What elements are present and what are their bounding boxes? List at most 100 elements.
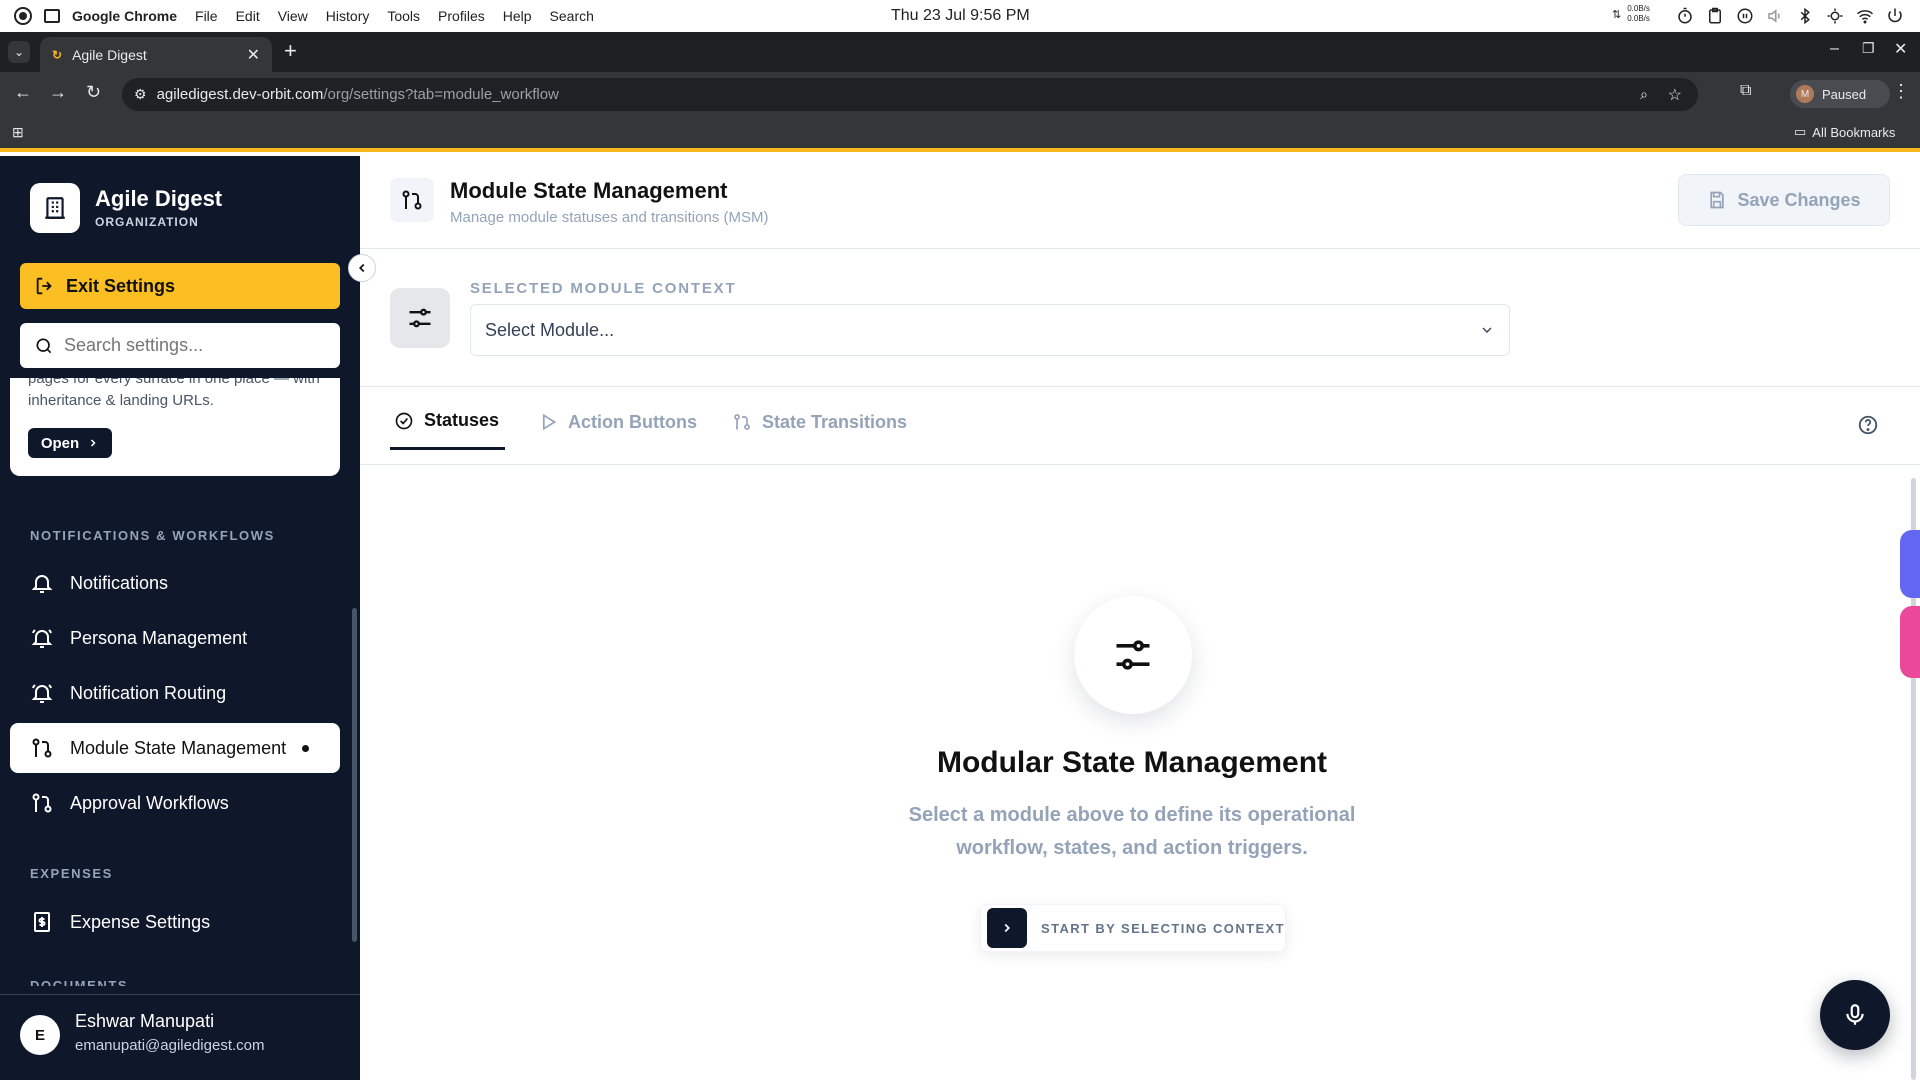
apps-grid-icon[interactable]: ⊞ bbox=[12, 124, 24, 141]
all-bookmarks-label: All Bookmarks bbox=[1812, 124, 1896, 140]
git-pull-request-icon bbox=[402, 190, 422, 210]
updown-arrow-icon: ⇅ bbox=[1612, 8, 1622, 21]
tab-action-buttons[interactable]: Action Buttons bbox=[538, 394, 697, 450]
org-name: Agile Digest bbox=[95, 186, 223, 211]
empty-state-line2: workflow, states, and action triggers. bbox=[956, 837, 1308, 859]
network-speed: ⇅ 0.0B/s 0.0B/s bbox=[1612, 4, 1650, 24]
page-icon bbox=[390, 178, 434, 222]
system-menu-icon[interactable] bbox=[14, 7, 32, 25]
brightness-icon[interactable] bbox=[1826, 7, 1844, 25]
sidebar-item-expense-settings[interactable]: Expense Settings bbox=[10, 897, 340, 947]
folder-icon: ▭ bbox=[1794, 124, 1807, 139]
browser-menu-icon[interactable]: ⋮ bbox=[1892, 81, 1910, 102]
promo-text-bottom: inheritance & landing URLs. bbox=[28, 392, 214, 409]
sidebar-item-approval-workflows[interactable]: Approval Workflows bbox=[10, 778, 340, 828]
save-changes-button[interactable]: Save Changes bbox=[1678, 174, 1890, 226]
menu-tools[interactable]: Tools bbox=[387, 8, 420, 24]
sidebar-item-notification-routing[interactable]: Notification Routing bbox=[10, 668, 340, 718]
all-bookmarks[interactable]: ▭ All Bookmarks bbox=[1794, 124, 1895, 140]
save-changes-label: Save Changes bbox=[1737, 189, 1861, 210]
profile-avatar: M bbox=[1796, 85, 1814, 103]
user-name: Eshwar Manupati bbox=[75, 1011, 215, 1031]
app-name[interactable]: Google Chrome bbox=[72, 8, 177, 24]
user-email: emanupati@agiledigest.com bbox=[75, 1037, 265, 1054]
bookmark-star-icon[interactable]: ☆ bbox=[1668, 85, 1682, 105]
menu-file[interactable]: File bbox=[195, 8, 218, 24]
tab-search-icon[interactable]: ⌄ bbox=[8, 41, 30, 63]
menu-view[interactable]: View bbox=[278, 8, 308, 24]
favicon-icon: ↻ bbox=[52, 47, 63, 62]
bell-ring-icon bbox=[31, 684, 53, 703]
os-menu-bar: Google Chrome File Edit View History Too… bbox=[0, 0, 1920, 32]
window-switch-icon[interactable] bbox=[44, 9, 60, 23]
sidebar-item-notifications[interactable]: Notifications bbox=[10, 558, 340, 608]
tab-close-icon[interactable]: ✕ bbox=[247, 45, 260, 65]
profile-button[interactable]: M Paused bbox=[1790, 80, 1890, 108]
bluetooth-icon[interactable] bbox=[1796, 7, 1814, 25]
extensions-icon[interactable]: ⧉ bbox=[1740, 82, 1751, 100]
sidebar-item-persona-management[interactable]: Persona Management bbox=[10, 613, 340, 663]
zoom-icon[interactable]: ⌕ bbox=[1640, 86, 1648, 103]
tab-state-transitions[interactable]: State Transitions bbox=[732, 394, 907, 450]
tab-state-transitions-label: State Transitions bbox=[762, 411, 908, 432]
menu-profiles[interactable]: Profiles bbox=[438, 8, 485, 24]
check-circle-icon bbox=[395, 412, 413, 429]
power-icon[interactable] bbox=[1886, 7, 1904, 25]
voice-input-button[interactable] bbox=[1820, 980, 1890, 1050]
git-pull-request-icon bbox=[32, 793, 52, 813]
section-documents: DOCUMENTS bbox=[30, 978, 129, 986]
window-close-icon[interactable]: ✕ bbox=[1894, 39, 1907, 59]
avatar: E bbox=[20, 1015, 60, 1055]
menu-search[interactable]: Search bbox=[550, 8, 594, 24]
window-maximize-icon[interactable]: ❐ bbox=[1862, 40, 1875, 57]
exit-settings-button[interactable]: Exit Settings bbox=[20, 263, 340, 309]
search-settings-input[interactable] bbox=[64, 335, 334, 356]
browser-tab-agile-digest[interactable]: ↻ Agile Digest ✕ bbox=[40, 37, 272, 72]
promo-open-button[interactable]: Open bbox=[28, 428, 112, 458]
clock[interactable]: Thu 23 Jul 9:56 PM bbox=[891, 7, 1030, 25]
wifi-icon[interactable] bbox=[1856, 7, 1874, 25]
forward-icon[interactable]: → bbox=[49, 82, 67, 103]
tab-title: Agile Digest bbox=[72, 46, 147, 63]
context-divider bbox=[360, 386, 1920, 387]
site-info-icon[interactable]: ⚙ bbox=[134, 86, 147, 103]
section-notifications-workflows: NOTIFICATIONS & WORKFLOWS bbox=[30, 528, 275, 543]
org-type: ORGANIZATION bbox=[95, 215, 199, 229]
user-footer[interactable]: E Eshwar Manupati emanupati@agiledigest.… bbox=[0, 994, 360, 1080]
search-settings-field[interactable] bbox=[20, 323, 340, 368]
empty-state-line1: Select a module above to define its oper… bbox=[908, 804, 1356, 826]
save-icon bbox=[1710, 191, 1725, 209]
floating-tab-pink[interactable] bbox=[1900, 606, 1920, 678]
start-selecting-context-button[interactable]: START BY SELECTING CONTEXT bbox=[980, 904, 1286, 952]
back-icon[interactable]: ← bbox=[14, 82, 32, 103]
receipt-icon bbox=[34, 912, 50, 932]
floating-tab-purple[interactable] bbox=[1900, 530, 1920, 598]
new-tab-button[interactable]: + bbox=[284, 38, 297, 64]
sidebar-item-label: Module State Management bbox=[70, 737, 287, 758]
help-icon[interactable] bbox=[1857, 414, 1879, 436]
chevron-left-icon bbox=[359, 263, 365, 273]
module-select[interactable]: Select Module... bbox=[470, 304, 1510, 356]
cta-label: START BY SELECTING CONTEXT bbox=[1041, 920, 1285, 936]
sidebar-scrollbar[interactable] bbox=[352, 608, 357, 942]
cta-arrow bbox=[987, 908, 1027, 948]
tab-statuses[interactable]: Statuses bbox=[390, 394, 506, 450]
context-label: SELECTED MODULE CONTEXT bbox=[470, 280, 737, 297]
pause-icon[interactable] bbox=[1736, 7, 1754, 25]
section-expenses: EXPENSES bbox=[30, 866, 113, 881]
menu-edit[interactable]: Edit bbox=[236, 8, 260, 24]
sidebar-item-module-state-management[interactable]: Module State Management bbox=[10, 723, 340, 773]
chevron-right-icon bbox=[1004, 923, 1010, 933]
promo-text-top: pages for every surface in one place — w… bbox=[28, 378, 320, 387]
collapse-sidebar-button[interactable] bbox=[348, 254, 376, 282]
window-minimize-icon[interactable]: – bbox=[1830, 40, 1839, 58]
menu-history[interactable]: History bbox=[326, 8, 370, 24]
main-content: Module State Management Manage module st… bbox=[360, 156, 1920, 1080]
reload-icon[interactable]: ↻ bbox=[86, 82, 101, 103]
section-documents-clip: DOCUMENTS bbox=[0, 976, 360, 986]
volume-icon[interactable] bbox=[1766, 7, 1784, 25]
address-bar[interactable]: ⚙ agiledigest.dev-orbit.com /org/setting… bbox=[122, 78, 1698, 111]
menu-help[interactable]: Help bbox=[503, 8, 532, 24]
clipboard-icon[interactable] bbox=[1706, 7, 1724, 25]
timer-icon[interactable] bbox=[1676, 7, 1694, 25]
